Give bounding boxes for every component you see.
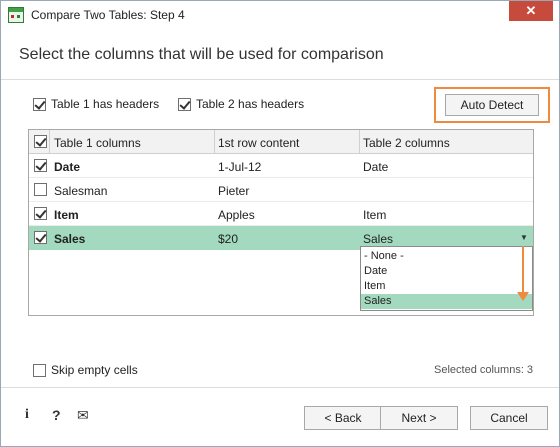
table2-column-select[interactable]: Sales — [363, 232, 393, 246]
annotation-arrow — [522, 246, 524, 298]
table-row[interactable]: Salesman Pieter — [29, 178, 533, 202]
skip-empty-label: Skip empty cells — [51, 363, 138, 377]
window-title: Compare Two Tables: Step 4 — [31, 8, 185, 22]
page-heading: Select the columns that will be used for… — [19, 46, 384, 63]
table-row[interactable]: Item Apples Item — [29, 202, 533, 226]
column-header-table1[interactable]: Table 1 columns — [54, 136, 141, 150]
chevron-down-icon[interactable]: ▼ — [517, 228, 531, 247]
app-table-icon — [8, 7, 24, 23]
close-button[interactable]: ✕ — [509, 1, 553, 21]
table1-headers-checkbox[interactable] — [33, 97, 46, 111]
column-divider — [359, 130, 360, 154]
table2-headers-checkbox[interactable] — [178, 97, 191, 111]
table-row[interactable]: Date 1-Jul-12 Date — [29, 154, 533, 178]
table1-headers-option[interactable]: Table 1 has headers — [33, 97, 159, 111]
table1-column-name: Item — [54, 208, 79, 222]
selected-columns-count: Selected columns: 3 — [434, 364, 534, 376]
compare-tables-dialog: Compare Two Tables: Step 4 ✕ Select the … — [0, 0, 560, 447]
select-all-checkbox[interactable] — [34, 135, 47, 148]
row-checkbox[interactable] — [34, 231, 47, 244]
skip-empty-checkbox[interactable] — [33, 363, 46, 377]
table1-column-name: Salesman — [54, 184, 108, 198]
title-bar: Compare Two Tables: Step 4 ✕ — [1, 1, 559, 29]
row-checkbox[interactable] — [34, 183, 47, 196]
table2-column-dropdown: - None - Date Item Sales — [360, 246, 533, 311]
info-icon[interactable]: i — [25, 407, 29, 423]
table1-column-name: Date — [54, 160, 81, 174]
back-button[interactable]: < Back — [304, 406, 382, 430]
table2-column-name[interactable]: Item — [363, 208, 386, 222]
first-row-content: 1-Jul-12 — [218, 160, 262, 174]
table2-column-name[interactable]: Date — [363, 160, 388, 174]
table1-column-name: Sales — [54, 232, 86, 246]
table2-headers-option[interactable]: Table 2 has headers — [178, 97, 304, 111]
divider — [1, 387, 559, 388]
cancel-button[interactable]: Cancel — [470, 406, 548, 430]
dropdown-option[interactable]: Item — [361, 279, 532, 294]
dropdown-option[interactable]: - None - — [361, 249, 532, 264]
first-row-content: Apples — [218, 208, 255, 222]
first-row-content: $20 — [218, 232, 239, 246]
annotation-arrow-head — [517, 292, 529, 301]
auto-detect-highlight: Auto Detect — [434, 87, 550, 123]
mail-icon[interactable]: ✉ — [77, 407, 89, 424]
dropdown-option-selected[interactable]: Sales — [361, 294, 532, 309]
table1-headers-label: Table 1 has headers — [51, 97, 160, 111]
column-divider — [49, 130, 50, 154]
column-header-content[interactable]: 1st row content — [218, 136, 299, 150]
grid-header: Table 1 columns 1st row content Table 2 … — [29, 130, 533, 154]
column-header-table2[interactable]: Table 2 columns — [363, 136, 450, 150]
next-button[interactable]: Next > — [380, 406, 458, 430]
row-checkbox[interactable] — [34, 159, 47, 172]
row-checkbox[interactable] — [34, 207, 47, 220]
column-divider — [214, 130, 215, 154]
table2-headers-label: Table 2 has headers — [196, 97, 305, 111]
divider — [1, 79, 559, 80]
dropdown-option[interactable]: Date — [361, 264, 532, 279]
auto-detect-button[interactable]: Auto Detect — [445, 94, 539, 116]
skip-empty-option[interactable]: Skip empty cells — [33, 363, 138, 377]
help-icon[interactable]: ? — [52, 407, 61, 423]
first-row-content: Pieter — [218, 184, 250, 198]
